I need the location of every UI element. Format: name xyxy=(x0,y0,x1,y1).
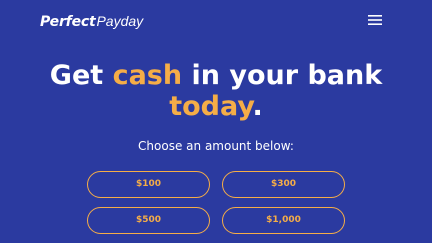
hero-text-part2: in your bank xyxy=(182,60,383,91)
logo-light-text: Payday xyxy=(96,13,144,29)
perfect-payday-logo[interactable]: PerfectPayday xyxy=(40,12,143,31)
hero-accent-today: today xyxy=(169,91,253,122)
amount-button-1000[interactable]: $1,000 xyxy=(222,207,345,234)
amount-button-500[interactable]: $500 xyxy=(87,207,210,234)
hero-text-part1: Get xyxy=(49,60,113,91)
amount-prompt: Choose an amount below: xyxy=(138,139,294,153)
logo-strong-text: Perfect xyxy=(40,14,96,30)
menu-button[interactable] xyxy=(366,12,386,28)
hamburger-menu-icon xyxy=(368,15,382,25)
site-header: PerfectPayday xyxy=(0,0,432,40)
hero-accent-cash: cash xyxy=(112,60,183,91)
hero-headline: Get cash in your bank today. xyxy=(0,60,432,122)
hero-text-part3: . xyxy=(252,91,263,122)
amount-button-300[interactable]: $300 xyxy=(222,171,345,198)
amount-button-100[interactable]: $100 xyxy=(87,171,210,198)
